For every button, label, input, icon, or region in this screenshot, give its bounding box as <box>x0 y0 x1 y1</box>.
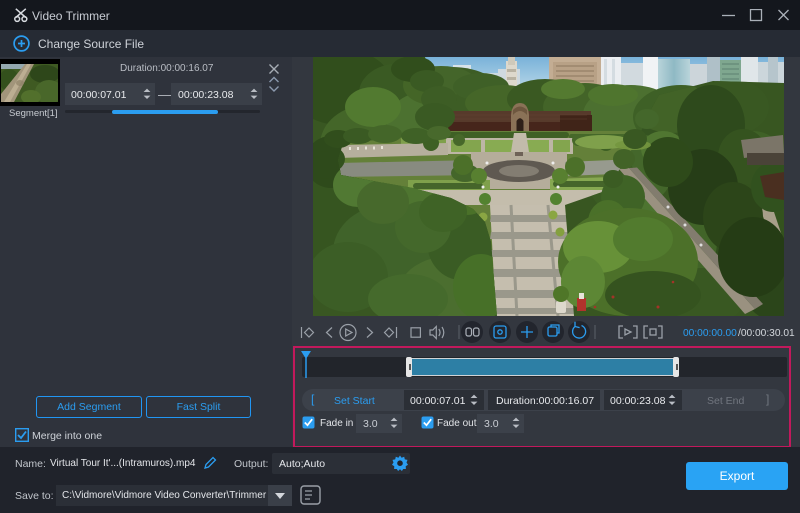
svg-text:/00:00:30.01: /00:00:30.01 <box>738 328 795 339</box>
svg-text:00:00:00.00: 00:00:00.00 <box>683 328 737 339</box>
